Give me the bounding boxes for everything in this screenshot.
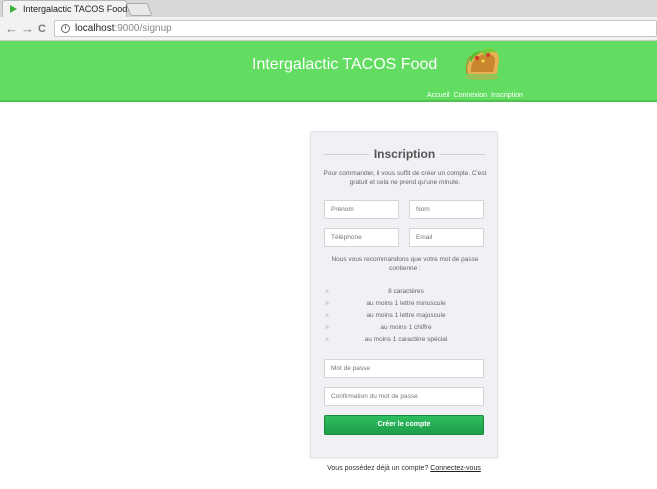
password-rule: » au moins 1 lettre minuscule xyxy=(325,298,487,310)
password-field[interactable] xyxy=(324,359,484,378)
firstname-field[interactable] xyxy=(324,200,399,219)
password-recommendation: Nous vous recommandons que votre mot de … xyxy=(331,256,479,272)
info-icon[interactable]: i xyxy=(61,24,70,33)
bullet-icon: » xyxy=(325,312,329,319)
password-rule: » 8 caractères xyxy=(325,286,487,298)
password-rules: » 8 caractères » au moins 1 lettre minuscu… xyxy=(325,286,487,346)
url-input[interactable]: i localhost:9000/signup xyxy=(54,20,657,37)
login-question: Vous possédez déjà un compte? xyxy=(327,465,429,472)
login-link[interactable]: Connectez-vous xyxy=(430,465,481,472)
address-toolbar: ← → C i localhost:9000/signup xyxy=(0,17,657,41)
browser-tab-strip: Intergalactic TACOS Food × xyxy=(0,0,657,17)
nav-connexion[interactable]: Connexion xyxy=(454,92,487,99)
reload-icon[interactable]: C xyxy=(38,21,46,37)
login-prompt: Vous possédez déjà un compte? Connectez-… xyxy=(0,465,657,472)
bullet-icon: » xyxy=(325,336,329,343)
url-text: localhost:9000/signup xyxy=(75,23,172,34)
forward-icon[interactable]: → xyxy=(21,21,34,37)
email-field[interactable] xyxy=(409,228,484,247)
heading-rule-left xyxy=(324,154,369,155)
signup-intro: Pour commander, il vous suffit de créer … xyxy=(323,170,487,186)
site-brand[interactable]: Intergalactic TACOS Food xyxy=(252,56,437,74)
new-tab-button[interactable] xyxy=(125,3,153,16)
main-nav: Accueil Connexion Inscription xyxy=(427,92,523,99)
nav-inscription[interactable]: Inscription xyxy=(491,92,523,99)
heading-rule-right xyxy=(440,154,485,155)
password-rule: » au moins 1 chiffre xyxy=(325,322,487,334)
site-header: Intergalactic TACOS Food Accueil Connexi… xyxy=(0,41,657,102)
password-confirm-field[interactable] xyxy=(324,387,484,406)
signup-card: Inscription Pour commander, il vous suff… xyxy=(310,131,498,458)
phone-field[interactable] xyxy=(324,228,399,247)
lastname-field[interactable] xyxy=(409,200,484,219)
back-icon[interactable]: ← xyxy=(5,21,18,37)
taco-icon xyxy=(465,48,499,80)
password-rule: » au moins 1 caractère spécial xyxy=(325,334,487,346)
bullet-icon: » xyxy=(325,288,329,295)
bullet-icon: » xyxy=(325,324,329,331)
create-account-button[interactable]: Créer le compte xyxy=(324,415,484,435)
signup-heading: Inscription xyxy=(324,147,485,161)
password-rule: » au moins 1 lettre majuscule xyxy=(325,310,487,322)
play-icon xyxy=(10,5,17,13)
tab-title: Intergalactic TACOS Food xyxy=(23,4,128,14)
nav-accueil[interactable]: Accueil xyxy=(427,92,450,99)
browser-tab[interactable]: Intergalactic TACOS Food × xyxy=(2,0,132,17)
bullet-icon: » xyxy=(325,300,329,307)
